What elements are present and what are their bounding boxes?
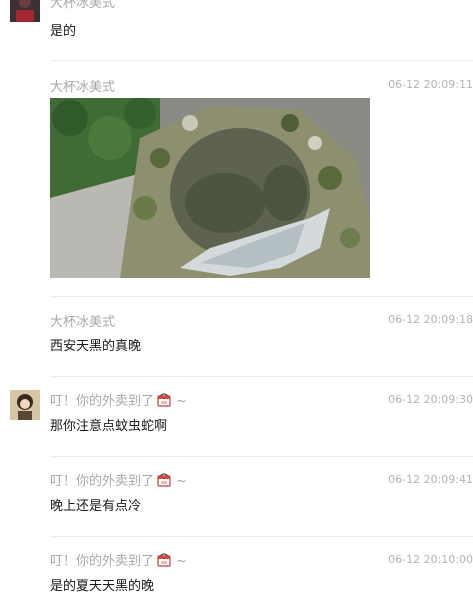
divider xyxy=(50,536,473,537)
timestamp: 06-12 20:09:30 xyxy=(388,393,473,406)
takeout-box-emoji xyxy=(156,472,172,492)
timestamp: 06-12 20:09:11 xyxy=(388,78,473,91)
message-photo[interactable] xyxy=(50,98,370,278)
message-text: 那你注意点蚊虫蛇啊 xyxy=(50,419,168,434)
divider xyxy=(50,60,473,61)
divider xyxy=(50,296,473,297)
nickname-suffix: ~ xyxy=(176,394,187,409)
timestamp: 06-12 20:09:41 xyxy=(388,473,473,486)
nickname-suffix: ~ xyxy=(176,474,187,489)
takeout-box-emoji xyxy=(156,392,172,412)
message-text: 晚上还是有点冷 xyxy=(50,499,142,514)
sender-name: 大杯冰美式 xyxy=(50,80,116,95)
message-text: 是的夏天天黑的晚 xyxy=(50,579,155,594)
takeout-box-emoji xyxy=(156,552,172,572)
sender-name-text: 叮！你的外卖到了 xyxy=(50,554,155,569)
divider xyxy=(50,456,473,457)
sender-name-text: 叮！你的外卖到了 xyxy=(50,474,155,489)
message-text: 是的 xyxy=(50,24,77,39)
sender-name-text: 叮！你的外卖到了 xyxy=(50,394,155,409)
sender-name: 大杯冰美式 xyxy=(50,315,116,330)
timestamp: 06-12 20:09:18 xyxy=(388,313,473,326)
avatar[interactable] xyxy=(10,0,40,22)
avatar[interactable] xyxy=(10,390,40,420)
nickname-suffix: ~ xyxy=(176,554,187,569)
timestamp: 06-12 20:10:00 xyxy=(388,553,473,566)
message-text: 西安天黑的真晚 xyxy=(50,339,142,354)
sender-name: 叮！你的外卖到了 ~ xyxy=(50,550,187,572)
divider xyxy=(50,376,473,377)
sender-name: 大杯冰美式 xyxy=(50,0,116,11)
sender-name: 叮！你的外卖到了 ~ xyxy=(50,470,187,492)
sender-name: 叮！你的外卖到了 ~ xyxy=(50,390,187,412)
